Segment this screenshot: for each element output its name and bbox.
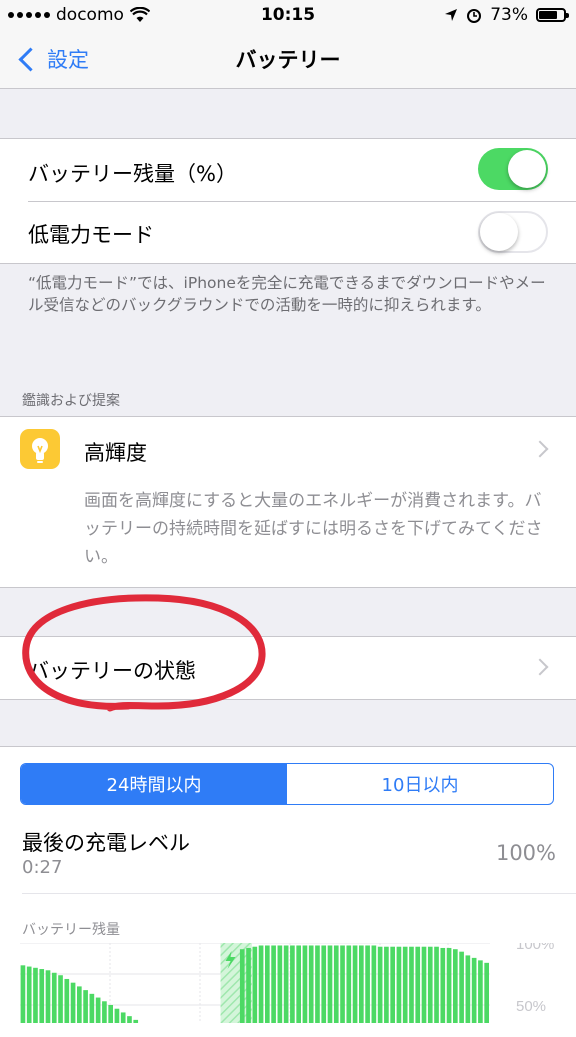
battery-bar bbox=[453, 949, 458, 1023]
time-range-segmented-control: 24時間以内 10日以内 bbox=[20, 763, 554, 805]
battery-bar bbox=[95, 997, 101, 1023]
battery-bar bbox=[265, 945, 270, 1023]
battery-bar bbox=[377, 946, 383, 1023]
battery-bar bbox=[396, 946, 402, 1023]
battery-percent: 73% bbox=[490, 5, 528, 25]
battery-bar bbox=[409, 946, 414, 1023]
battery-bar bbox=[58, 975, 63, 1023]
battery-bar bbox=[352, 945, 358, 1023]
battery-bar bbox=[359, 945, 364, 1023]
y-tick-100: 100% bbox=[516, 943, 554, 953]
battery-bar bbox=[390, 946, 395, 1023]
battery-bar bbox=[26, 966, 32, 1023]
battery-level bbox=[539, 11, 557, 19]
battery-bar bbox=[108, 1005, 113, 1023]
battery-bar bbox=[296, 945, 301, 1023]
status-right: 73% bbox=[444, 5, 569, 25]
toggle-knob bbox=[508, 150, 546, 188]
low-power-note: “低電力モード”では、iPhoneを完全に充電できるまでダウンロードやメール受信… bbox=[28, 274, 546, 314]
battery-bar bbox=[127, 1016, 132, 1023]
battery-bar bbox=[33, 967, 38, 1023]
battery-bar bbox=[471, 957, 477, 1023]
battery-bar bbox=[283, 945, 289, 1023]
last-charge-label: 最後の充電レベル bbox=[22, 831, 190, 855]
battery-bar bbox=[120, 1012, 126, 1023]
battery-bar bbox=[415, 946, 421, 1023]
battery-bar bbox=[64, 978, 70, 1023]
battery-bar bbox=[133, 1019, 139, 1023]
battery-bar bbox=[308, 945, 314, 1023]
suggestions-header: 鑑識および提案 bbox=[22, 393, 120, 409]
battery-bar bbox=[20, 965, 26, 1023]
battery-bar bbox=[271, 945, 276, 1023]
high-brightness-description: 画面を高輝度にすると大量のエネルギーが消費されます。バッテリーの持続時間を延ばす… bbox=[84, 491, 543, 567]
battery-level-chart: 100% 50% bbox=[20, 943, 554, 1023]
battery-bar bbox=[246, 947, 251, 1023]
battery-bar bbox=[346, 945, 352, 1023]
location-arrow-icon bbox=[445, 9, 458, 21]
navigation-bar: 設定 バッテリー bbox=[0, 30, 576, 89]
battery-bar bbox=[371, 945, 377, 1023]
battery-bar bbox=[77, 986, 82, 1023]
battery-bar bbox=[327, 945, 333, 1023]
battery-bar bbox=[440, 947, 446, 1023]
battery-percent-toggle[interactable] bbox=[478, 148, 548, 190]
battery-bar bbox=[277, 945, 283, 1023]
battery-bar bbox=[258, 945, 264, 1023]
lightbulb-icon bbox=[20, 429, 60, 469]
battery-health-label: バッテリーの状態 bbox=[28, 659, 196, 683]
chevron-right-icon[interactable] bbox=[531, 440, 549, 458]
low-power-label: 低電力モード bbox=[28, 223, 154, 247]
battery-bar bbox=[321, 945, 327, 1023]
battery-settings-group: バッテリー残量（%） 低電力モード bbox=[0, 138, 576, 264]
usage-section: 24時間以内 10日以内 最後の充電レベル 0:27 100% バッテリー残量 … bbox=[0, 746, 576, 1037]
battery-bar bbox=[45, 970, 51, 1023]
chevron-right-icon bbox=[531, 658, 549, 676]
last-charge-value: 100% bbox=[495, 841, 556, 865]
battery-bar bbox=[427, 946, 433, 1023]
battery-bar bbox=[89, 993, 95, 1023]
row-divider bbox=[28, 201, 576, 202]
tab-10-days[interactable]: 10日以内 bbox=[287, 764, 553, 804]
battery-bar bbox=[459, 951, 464, 1023]
battery-bar bbox=[484, 962, 489, 1023]
battery-icon bbox=[536, 8, 569, 22]
row-divider bbox=[22, 893, 576, 894]
battery-bar bbox=[290, 945, 295, 1023]
battery-bar bbox=[51, 972, 57, 1023]
last-charge-time: 0:27 bbox=[22, 857, 63, 878]
y-tick-50: 50% bbox=[516, 998, 546, 1015]
battery-bar bbox=[83, 990, 88, 1023]
alarm-icon bbox=[467, 9, 482, 23]
toggle-knob bbox=[480, 213, 518, 251]
suggestions-group: 高輝度 画面を高輝度にすると大量のエネルギーが消費されます。バッテリーの持続時間… bbox=[0, 416, 576, 588]
battery-bar bbox=[465, 955, 471, 1023]
battery-bar bbox=[478, 960, 483, 1023]
battery-health-row[interactable]: バッテリーの状態 bbox=[0, 636, 576, 700]
battery-bar bbox=[239, 949, 245, 1023]
battery-bar bbox=[302, 945, 308, 1023]
battery-bar bbox=[315, 945, 320, 1023]
battery-percent-label: バッテリー残量（%） bbox=[28, 162, 237, 186]
battery-bar bbox=[421, 946, 427, 1023]
status-bar: docomo 10:15 73% bbox=[0, 0, 576, 30]
battery-bar bbox=[70, 982, 76, 1023]
page-title: バッテリー bbox=[235, 48, 341, 72]
battery-bar bbox=[39, 969, 45, 1023]
tab-24-hours[interactable]: 24時間以内 bbox=[21, 764, 287, 804]
high-brightness-label[interactable]: 高輝度 bbox=[84, 437, 147, 467]
battery-bar bbox=[402, 946, 408, 1023]
battery-bar bbox=[252, 946, 258, 1023]
low-power-toggle[interactable] bbox=[478, 211, 548, 253]
battery-bar bbox=[114, 1008, 120, 1023]
battery-bar bbox=[384, 946, 389, 1023]
battery-bar bbox=[365, 945, 370, 1023]
battery-bar bbox=[340, 945, 345, 1023]
chart-title: バッテリー残量 bbox=[22, 922, 120, 938]
battery-bar bbox=[446, 947, 452, 1023]
battery-bar bbox=[333, 945, 339, 1023]
battery-bar bbox=[434, 946, 439, 1023]
battery-bar bbox=[102, 1001, 107, 1023]
